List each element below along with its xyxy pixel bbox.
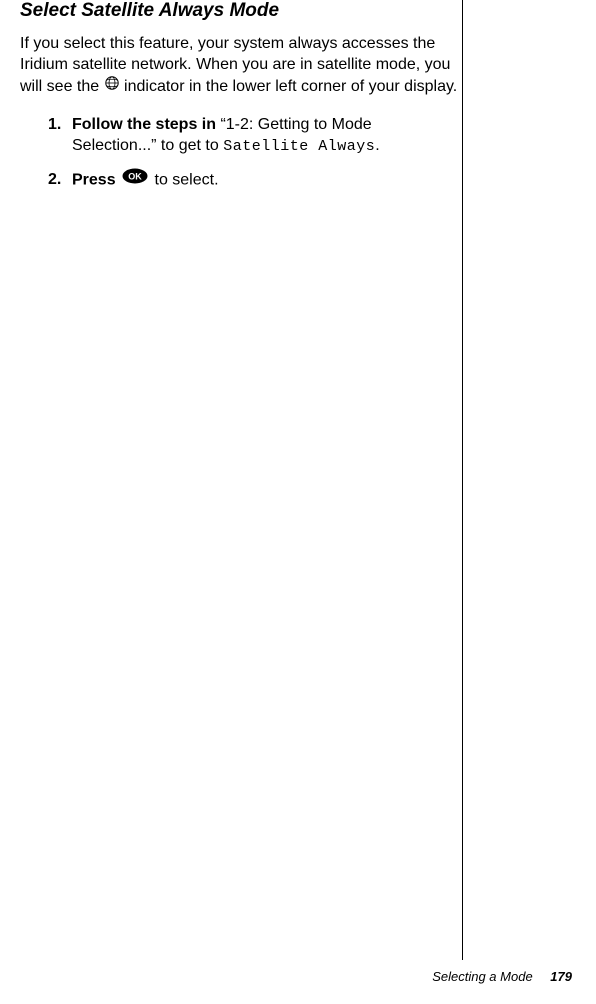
intro-paragraph: If you select this feature, your system … [20,33,460,98]
step-bold-text: Follow the steps in [72,116,220,133]
step-number: 2. [48,169,61,191]
step-plain-text: to select. [150,172,218,189]
footer-page-number: 179 [550,969,572,984]
section-heading: Select Satellite Always Mode [20,0,460,23]
globe-icon [105,75,119,97]
step-number: 1. [48,114,61,136]
intro-text-after-icon: indicator in the lower left corner of yo… [124,78,457,95]
ok-button-icon: OK [122,168,148,191]
menu-item-text: Satellite Always [223,138,375,155]
page-footer: Selecting a Mode 179 [432,969,572,984]
vertical-divider [462,0,463,960]
step-bold-text: Press [72,172,120,189]
step-2: 2. Press OK to select. [48,169,460,192]
steps-list: 1. Follow the steps in “1-2: Getting to … [20,114,460,192]
step-1: 1. Follow the steps in “1-2: Getting to … [48,114,460,158]
svg-text:OK: OK [128,172,142,182]
footer-section-title: Selecting a Mode [432,969,532,984]
step-plain-text-2: . [375,137,379,154]
